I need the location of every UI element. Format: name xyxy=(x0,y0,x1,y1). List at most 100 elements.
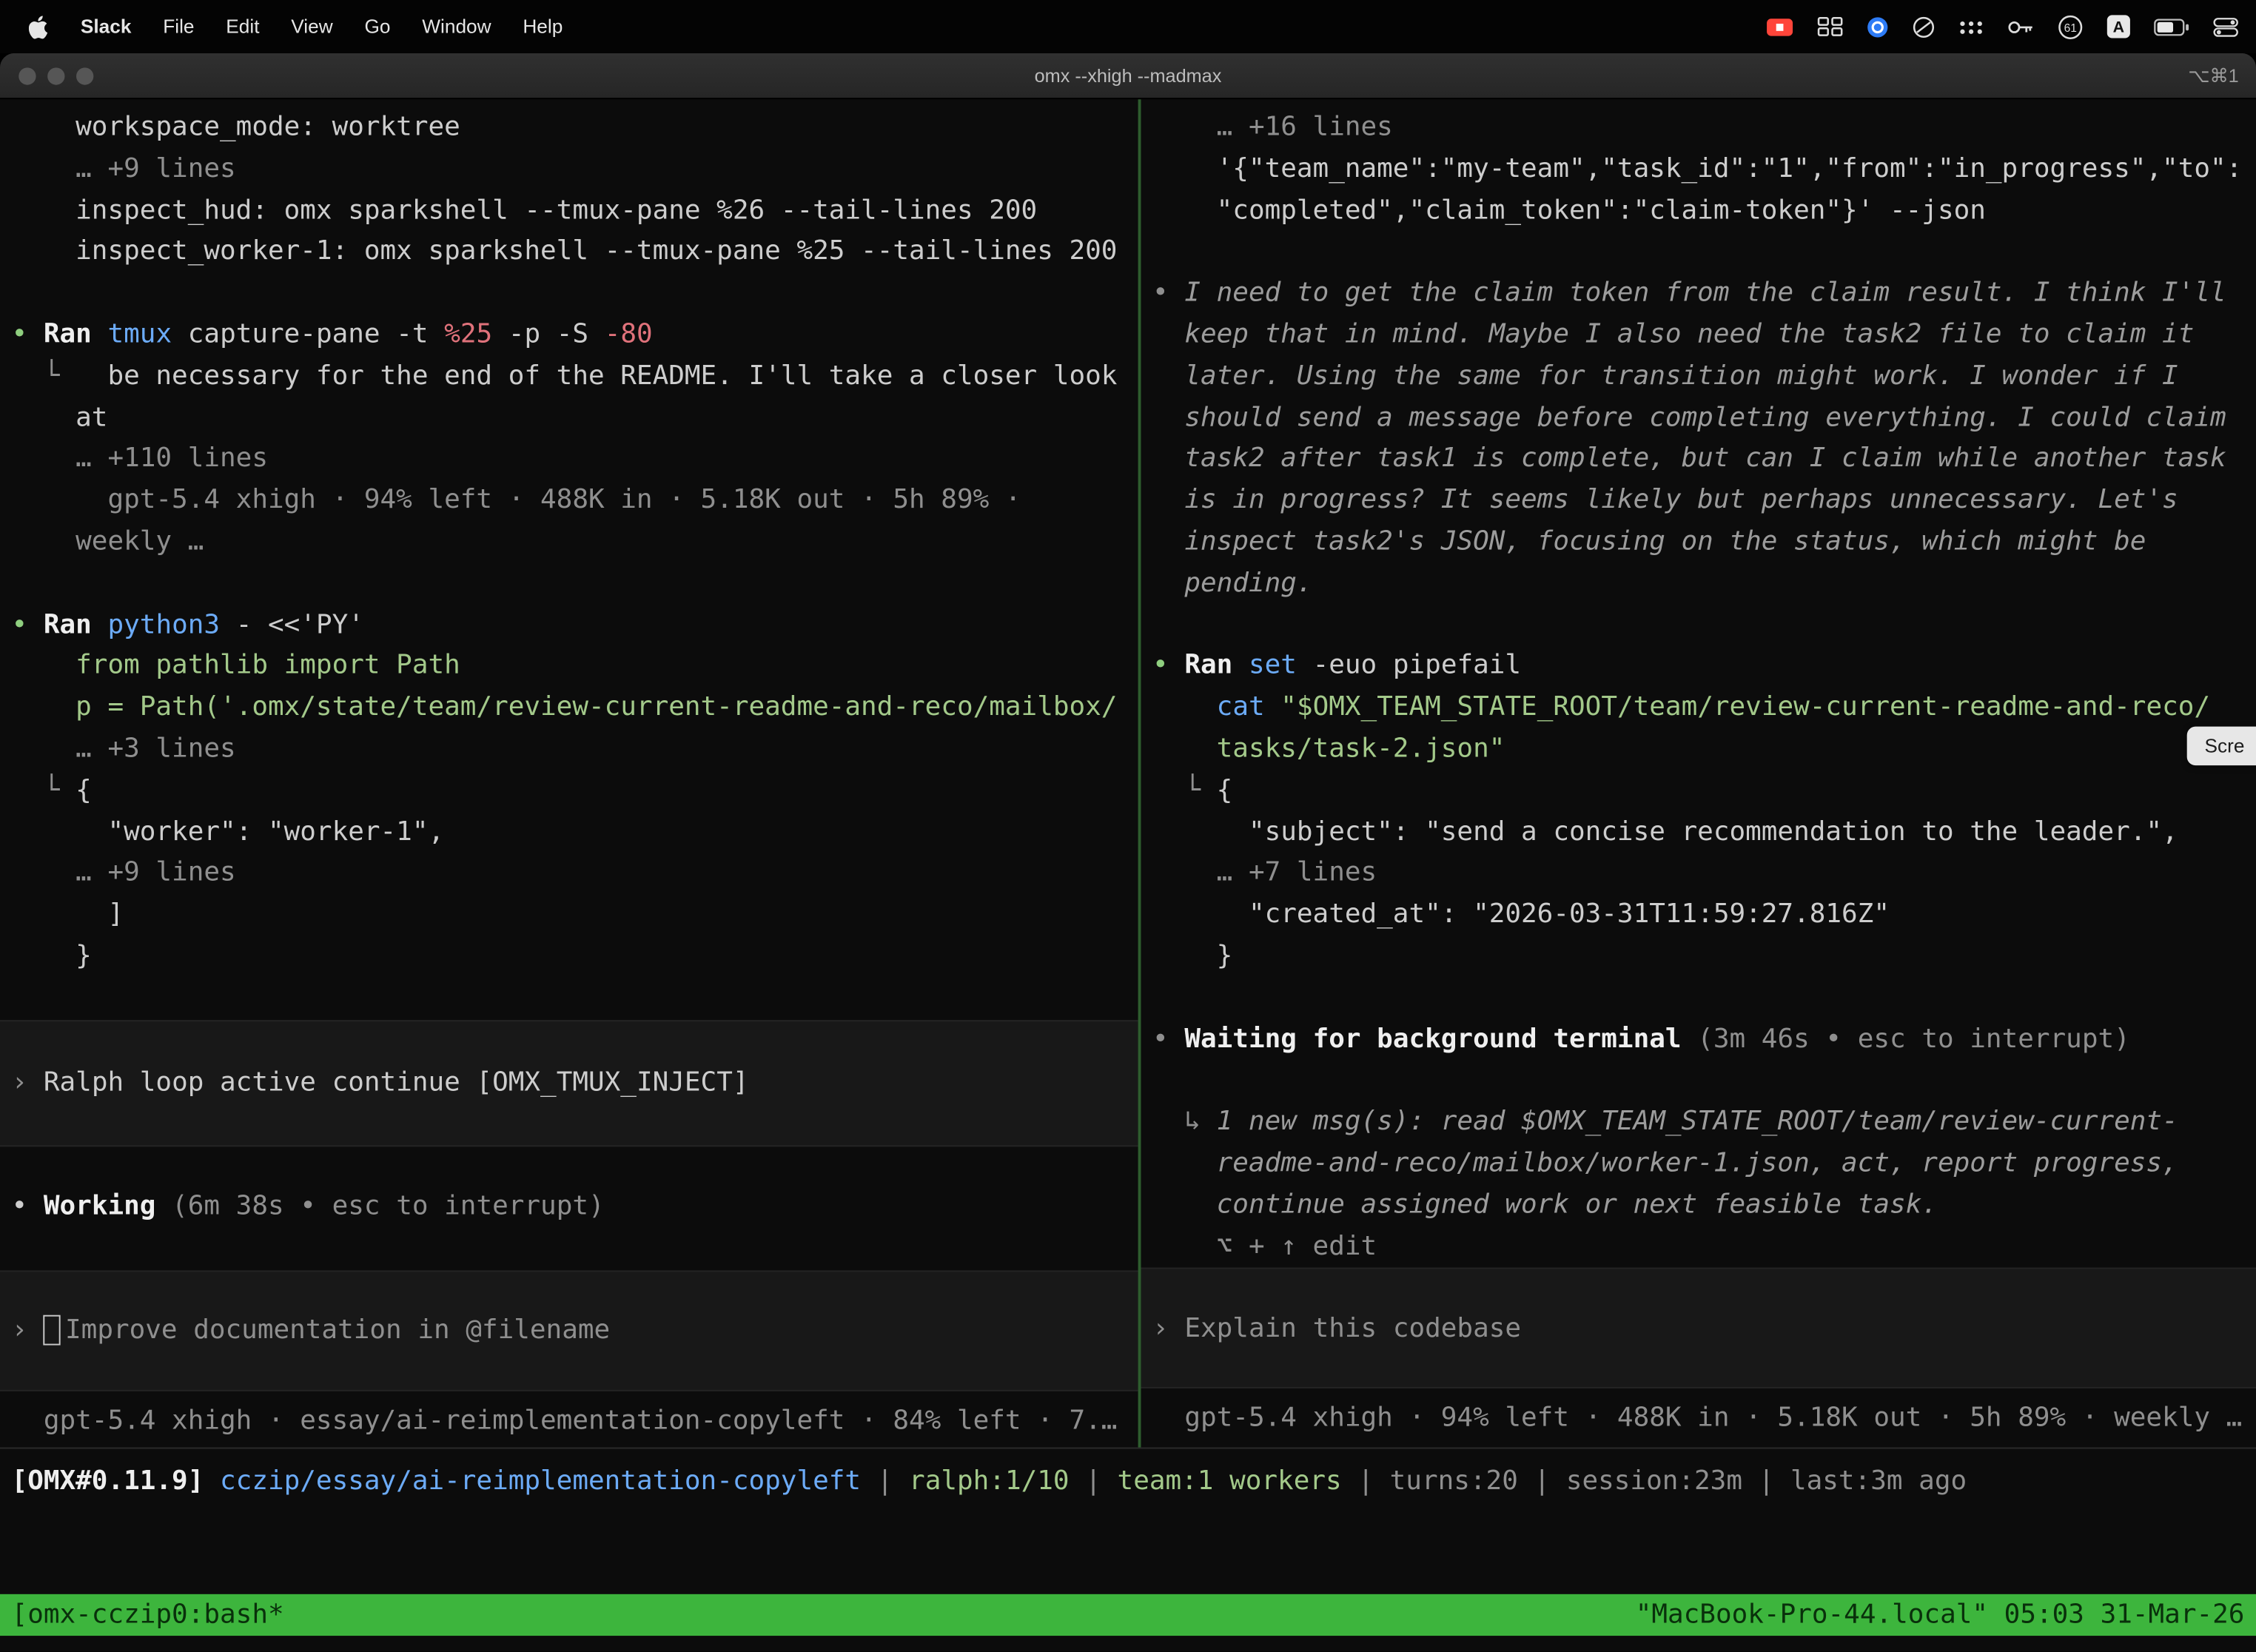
menu-file[interactable]: File xyxy=(147,16,210,37)
text-segment: … +110 lines xyxy=(12,443,268,474)
text-segment: -80 xyxy=(605,320,653,350)
text-segment: task2 after task1 is complete, but can I… xyxy=(1152,443,2226,474)
text-segment: … +7 lines xyxy=(1152,858,1377,888)
composer-input[interactable]: › Improve documentation in @filename xyxy=(0,1270,1138,1391)
blank-line xyxy=(1152,1061,2244,1102)
left-pane[interactable]: workspace_mode: worktree … +9 lines insp… xyxy=(0,99,1138,1447)
terminal-line: keep that in mind. Maybe I also need the… xyxy=(1152,315,2244,357)
close-window-button[interactable] xyxy=(19,67,36,84)
text-segment: | xyxy=(1518,1466,1566,1497)
text-segment: is in progress? It seems likely but perh… xyxy=(1152,485,2178,515)
terminal-line: … +7 lines xyxy=(1152,853,2244,895)
text-segment: Explain this codebase xyxy=(1184,1313,1521,1343)
text-segment: '{"team_name":"my-team","task_id":"1","f… xyxy=(1152,154,2242,184)
blank-line xyxy=(12,1146,1127,1187)
menu-window[interactable]: Window xyxy=(406,16,507,37)
terminal-line xyxy=(12,564,1127,605)
text-segment: … +9 lines xyxy=(12,858,236,888)
terminal-line: readme-and-reco/mailbox/worker-1.json, a… xyxy=(1152,1144,2244,1185)
terminal-line xyxy=(1152,232,2244,274)
sync-app-icon[interactable] xyxy=(1866,15,1889,38)
menu-edit[interactable]: Edit xyxy=(210,16,275,37)
screen: Slack File Edit View Go Window Help xyxy=(0,0,2256,1652)
window-grid-icon[interactable] xyxy=(1817,16,1843,37)
menu-view[interactable]: View xyxy=(275,16,349,37)
control-center-icon[interactable] xyxy=(2213,16,2239,36)
right-pane[interactable]: … +16 lines '{"team_name":"my-team","tas… xyxy=(1141,99,2256,1447)
menu-help[interactable]: Help xyxy=(507,16,579,37)
text-segment: | xyxy=(861,1466,909,1497)
battery-icon[interactable] xyxy=(2154,18,2190,35)
terminal-line: • I need to get the claim token from the… xyxy=(1152,274,2244,315)
text-segment: turns:20 xyxy=(1390,1466,1518,1497)
text-segment: "created_at": "2026-03-31T11:59:27.816Z" xyxy=(1152,899,1890,930)
pane-status-line: gpt-5.4 xhigh · 94% left · 488K in · 5.1… xyxy=(1152,1399,2244,1440)
minimize-window-button[interactable] xyxy=(47,67,64,84)
text-segment: (3m 46s • esc to interrupt) xyxy=(1697,1024,2130,1054)
ralph-loop-prompt[interactable]: › Ralph loop active continue [OMX_TMUX_I… xyxy=(0,1019,1138,1146)
text-segment: | xyxy=(1342,1466,1390,1497)
input-source-icon[interactable]: A xyxy=(2106,14,2131,38)
text-segment: • xyxy=(1152,651,1184,681)
text-segment: "subject": "send a concise recommendatio… xyxy=(1152,816,2178,847)
app-grid-icon[interactable] xyxy=(1958,16,1984,36)
battery-percent-badge[interactable]: 61 xyxy=(2058,13,2084,39)
text-segment: from pathlib import Path xyxy=(12,651,460,681)
text-segment: - <<'PY' xyxy=(236,609,364,639)
terminal-line: tasks/task-2.json" xyxy=(1152,729,2244,770)
terminal-line: inspect task2's JSON, focusing on the st… xyxy=(1152,523,2244,564)
terminal-line: … +16 lines xyxy=(1152,108,2244,150)
text-segment: › xyxy=(12,1316,44,1346)
terminal-line: "completed","claim_token":"claim-token"}… xyxy=(1152,191,2244,232)
text-segment: } xyxy=(1152,941,1232,971)
terminal-line: weekly … xyxy=(12,523,1127,564)
text-segment: Improve documentation in @filename xyxy=(65,1316,610,1346)
app-menu-slack[interactable]: Slack xyxy=(64,16,147,37)
terminal-line: … +9 lines xyxy=(12,853,1127,895)
terminal-line: is in progress? It seems likely but perh… xyxy=(1152,481,2244,523)
text-segment: • xyxy=(1152,278,1184,309)
password-key-icon[interactable] xyxy=(2007,15,2035,38)
text-segment: { xyxy=(1217,775,1233,805)
text-segment xyxy=(1152,692,1217,722)
screen-overlay-tooltip[interactable]: Scre xyxy=(2187,727,2256,765)
text-segment: -t xyxy=(396,320,444,350)
browser-app-icon[interactable] xyxy=(1912,15,1935,38)
blank-line xyxy=(1152,978,2244,1019)
terminal-line: later. Using the same for transition mig… xyxy=(1152,357,2244,398)
terminal-line: pending. xyxy=(1152,564,2244,605)
terminal-line: └ { xyxy=(12,770,1127,812)
text-segment: ⌥ + ↑ edit xyxy=(1152,1231,1377,1261)
battery-percent-text: 61 xyxy=(2064,21,2077,34)
text-segment: session:23m xyxy=(1566,1466,1742,1497)
text-segment: [OMX#0.11.9] xyxy=(12,1466,204,1497)
terminal-line: … +3 lines xyxy=(12,729,1127,770)
zoom-window-button[interactable] xyxy=(76,67,93,84)
menu-go[interactable]: Go xyxy=(349,16,406,37)
apple-menu-icon[interactable] xyxy=(29,15,47,38)
bottom-strip xyxy=(0,1636,2256,1651)
tmux-status-bar: [omx-cczip0:bash* "MacBook-Pro-44.local"… xyxy=(0,1594,2256,1636)
text-segment: … +9 lines xyxy=(12,154,236,184)
text-cursor xyxy=(44,1316,61,1346)
screen-recording-icon[interactable] xyxy=(1765,15,1794,38)
text-segment: -euo pipefail xyxy=(1313,651,1521,681)
text-segment: be necessary for the end of the README. … xyxy=(107,360,1117,391)
text-segment: • xyxy=(12,1192,44,1222)
text-segment: readme-and-reco/mailbox/worker-1.json, a… xyxy=(1152,1148,2178,1178)
terminal-line: … +110 lines xyxy=(12,440,1127,481)
text-segment: workspace_mode: worktree xyxy=(12,113,460,143)
tmux-host-clock: "MacBook-Pro-44.local" 05:03 31-Mar-26 xyxy=(1636,1600,2245,1631)
traffic-lights xyxy=(19,67,93,84)
text-segment: inspect_worker-1: omx sparkshell --tmux-… xyxy=(12,237,1118,267)
text-segment xyxy=(204,1466,220,1497)
menu-bar-status-icons: 61 A xyxy=(1765,13,2256,39)
terminal-line: └ { xyxy=(1152,770,2244,812)
composer-input-right[interactable]: › Explain this codebase xyxy=(1141,1268,2256,1389)
terminal-line: should send a message before completing … xyxy=(1152,398,2244,440)
text-segment: gpt-5.4 xhigh · essay/ai-reimplementatio… xyxy=(12,1406,1118,1436)
window-titlebar[interactable]: omx --xhigh --madmax ⌥⌘1 xyxy=(0,53,2256,99)
terminal-line: '{"team_name":"my-team","task_id":"1","f… xyxy=(1152,150,2244,191)
window-shortcut-hint: ⌥⌘1 xyxy=(2188,64,2238,87)
text-segment: | xyxy=(1070,1466,1118,1497)
